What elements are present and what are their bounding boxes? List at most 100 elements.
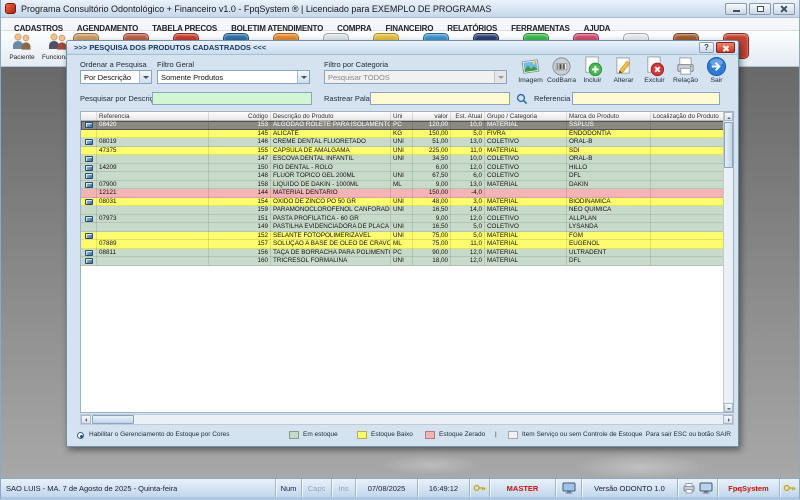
reference-input[interactable]: [572, 92, 720, 105]
cell-grupo: COLETIVO: [485, 138, 567, 147]
table-row[interactable]: 145 ALICATE KG 150,00 5,0 FIVRA ENDODONT…: [81, 130, 725, 139]
table-row[interactable]: 07973 151 PASTA PROFILÁTICA - 60 GR 9,00…: [81, 215, 725, 224]
general-filter-select[interactable]: Somente Produtos: [157, 70, 310, 84]
header-grupo[interactable]: Grupo / Categoria: [485, 112, 567, 120]
cell-descricao: FIO DENTAL - ROLO: [271, 164, 391, 173]
cell-descricao: PASTILHA EVIDENCIADORA DE PLACA DENTAL: [271, 223, 391, 232]
header-descricao[interactable]: Descrição do Produto: [271, 112, 391, 120]
horizontal-scroll-thumb[interactable]: [92, 415, 134, 424]
table-row[interactable]: 08031 154 OXIDO DE ZINCO PO 50 GR UNI 48…: [81, 198, 725, 207]
cell-marca: SDI: [567, 147, 651, 156]
cell-marca: BIODINAMICA: [567, 198, 651, 207]
cell-codigo: 147: [209, 155, 271, 164]
table-row[interactable]: 148 FLÚOR TÓPICO GEL 200ML UNI 67,50 6,0…: [81, 172, 725, 181]
table-row[interactable]: 07900 158 LIQUIDO DE DAKIN - 1000ML ML 9…: [81, 181, 725, 190]
cell-uni: UNI: [391, 155, 413, 164]
cell-uni: PC: [391, 249, 413, 258]
header-marca[interactable]: Marca do Produto: [567, 112, 651, 120]
table-row[interactable]: 152 SELANTE FOTOPOLIMERIZÁVEL UNI 75,00 …: [81, 232, 725, 241]
cell-grupo: MATERIAL: [485, 249, 567, 258]
horizontal-scrollbar[interactable]: [80, 414, 734, 425]
cell-marca: NEO QUIMICA: [567, 206, 651, 215]
cell-marca: DFL: [567, 257, 651, 266]
cell-codigo: 146: [209, 138, 271, 147]
cell-uni: UNI: [391, 257, 413, 266]
cell-grupo: MATERIAL: [485, 181, 567, 190]
order-select[interactable]: Por Descrição: [80, 70, 152, 84]
cell-codigo: 148: [209, 172, 271, 181]
table-row[interactable]: 47375 155 CÁPSULA DE AMÁLGAMA UNI 225,00…: [81, 147, 725, 156]
table-row[interactable]: 08019 146 CREME DENTAL FLUORETADO UNI 51…: [81, 138, 725, 147]
table-row[interactable]: 08420 153 ALGODÃO ROLETE PARA ISOLAMENTO…: [81, 121, 725, 130]
zero-stock-label: Estoque Zerado: [439, 431, 485, 438]
header-uni[interactable]: Uni: [391, 112, 413, 120]
exit-hint: Para sair ESC ou botão SAIR: [646, 431, 731, 438]
table-row[interactable]: 12121 144 MATERIAL DENTARIO 150,00 -4,0: [81, 189, 725, 198]
table-row[interactable]: 08811 156 TAÇA DE BORRACHA PARA POLIMENT…: [81, 249, 725, 258]
cell-est-atual: -4,0: [451, 189, 485, 198]
excluir-button[interactable]: Excluir: [639, 56, 670, 92]
table-row[interactable]: 159 PARAMONOCLOROFENOL CANFORADO - FR 20…: [81, 206, 725, 215]
table-row[interactable]: 149 PASTILHA EVIDENCIADORA DE PLACA DENT…: [81, 223, 725, 232]
scroll-left-icon[interactable]: [81, 415, 91, 424]
cell-est-atual: 10,0: [451, 155, 485, 164]
chevron-down-icon: [297, 71, 309, 83]
report-printer-icon: [675, 56, 696, 77]
cell-marca: LYSANDA: [567, 223, 651, 232]
cell-codigo: 160: [209, 257, 271, 266]
cell-uni: UNI: [391, 172, 413, 181]
search-desc-input[interactable]: [152, 92, 312, 105]
cell-descricao: ESCOVA DENTAL INFANTIL: [271, 155, 391, 164]
cell-codigo: 154: [209, 198, 271, 207]
status-key-2: [779, 479, 799, 497]
scroll-up-icon[interactable]: [724, 112, 733, 121]
header-localizacao[interactable]: Localização do Produto: [651, 112, 733, 120]
scroll-right-icon[interactable]: [723, 415, 733, 424]
header-codigo[interactable]: Código: [209, 112, 271, 120]
table-row[interactable]: 07889 157 SOLUÇÃO A BASE DE ÓLEO DE CRAV…: [81, 240, 725, 249]
in-stock-swatch: [289, 431, 299, 439]
cell-uni: KG: [391, 130, 413, 139]
products-table: Referencia Código Descrição do Produto U…: [80, 111, 734, 413]
cell-localizacao: [651, 223, 725, 232]
imagem-button[interactable]: Imagem: [515, 56, 546, 92]
order-label: Ordenar a Pesquisa: [80, 60, 147, 69]
cell-uni: PC: [391, 121, 413, 130]
incluir-button[interactable]: Incluir: [577, 56, 608, 92]
table-row[interactable]: 147 ESCOVA DENTAL INFANTIL UNI 34,50 10,…: [81, 155, 725, 164]
header-referencia[interactable]: Referencia: [97, 112, 209, 120]
header-est-atual[interactable]: Est. Atual: [451, 112, 485, 120]
cell-localizacao: [651, 172, 725, 181]
codbarra-button[interactable]: CodBarra: [546, 56, 577, 92]
scroll-down-icon[interactable]: [724, 403, 733, 412]
cell-codigo: 144: [209, 189, 271, 198]
relacao-button[interactable]: Relação: [670, 56, 701, 92]
alterar-button[interactable]: Alterar: [608, 56, 639, 92]
search-icon[interactable]: [516, 93, 528, 105]
cell-uni: ML: [391, 240, 413, 249]
close-button[interactable]: [773, 3, 795, 15]
toolbar-paciente-button[interactable]: Paciente: [6, 32, 38, 61]
cell-marca: EUGENOL: [567, 240, 651, 249]
add-icon: [582, 56, 603, 77]
close-icon: [780, 5, 788, 13]
product-image-icon: [85, 199, 93, 205]
table-row[interactable]: 160 TRICRESOL FORMALINA UNI 18,00 12,0 M…: [81, 257, 725, 266]
help-button[interactable]: ?: [699, 42, 714, 53]
cell-est-atual: 14,0: [451, 206, 485, 215]
cell-est-atual: 11,0: [451, 240, 485, 249]
vertical-scrollbar[interactable]: [723, 112, 733, 412]
header-valor[interactable]: valor: [413, 112, 451, 120]
vertical-scroll-thumb[interactable]: [724, 122, 733, 168]
key-icon: [473, 483, 486, 493]
minimize-button[interactable]: [725, 3, 747, 15]
restore-button[interactable]: [749, 3, 771, 15]
table-row[interactable]: 14209 150 FIO DENTAL - ROLO 6,00 12,0 CO…: [81, 164, 725, 173]
stock-colors-radio[interactable]: [77, 432, 84, 439]
category-filter-label: Filtro por Categoria: [324, 60, 388, 69]
sair-button[interactable]: Sair: [701, 56, 732, 92]
cell-valor: 16,50: [413, 206, 451, 215]
cell-marca: ULTRADENT: [567, 249, 651, 258]
dialog-close-button[interactable]: [716, 42, 735, 53]
track-words-input[interactable]: [370, 92, 510, 105]
